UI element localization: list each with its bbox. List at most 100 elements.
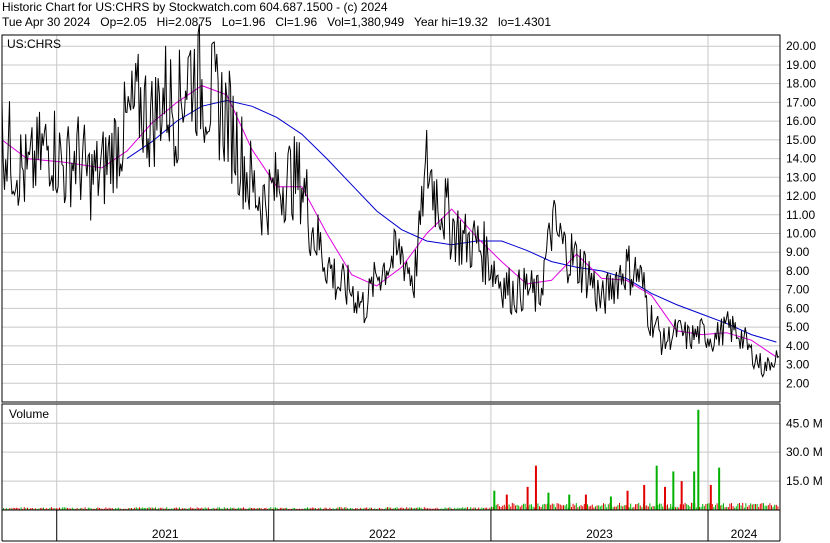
price-tick-label: 5.00 (786, 320, 810, 334)
volume-bar (516, 504, 518, 510)
volume-bar (510, 506, 512, 510)
volume-bar (588, 506, 590, 510)
volume-bar (574, 505, 576, 510)
volume-bar (508, 504, 510, 510)
volume-bar (767, 505, 769, 510)
volume-bar (553, 504, 555, 510)
volume-bars (3, 409, 779, 510)
volume-bar (662, 506, 664, 510)
volume-bar (689, 506, 691, 510)
volume-bar (739, 502, 740, 510)
volume-bar (660, 503, 662, 510)
volume-bar (499, 506, 500, 510)
volume-bar (497, 503, 499, 510)
volume-bar (518, 505, 520, 510)
volume-spike (568, 494, 571, 510)
price-tick-label: 12.00 (786, 189, 816, 203)
volume-bar (595, 506, 596, 510)
volume-bar (559, 504, 561, 510)
volume-bar (511, 502, 513, 510)
volume-bar (654, 506, 656, 510)
volume-bar (615, 506, 617, 510)
volume-bar (623, 505, 625, 510)
price-tick-label: 18.00 (786, 77, 816, 91)
volume-bar (646, 505, 648, 510)
volume-bar (716, 503, 718, 510)
volume-bar (598, 505, 600, 510)
volume-bar (502, 505, 504, 510)
price-tick-label: 16.00 (786, 114, 816, 128)
price-line (1, 24, 780, 378)
volume-bar (537, 503, 539, 510)
volume-bar (599, 506, 601, 510)
price-tick-label: 8.00 (786, 264, 810, 278)
volume-bar (539, 506, 540, 510)
volume-spike (672, 471, 675, 510)
year-tick-label: 2022 (369, 527, 396, 541)
volume-bar (740, 505, 742, 510)
year-tick-label: 2023 (586, 527, 613, 541)
volume-bar (521, 505, 523, 510)
volume-bar (579, 506, 580, 510)
volume-bar (543, 503, 545, 510)
volume-bar (715, 505, 716, 510)
volume-bar (774, 504, 776, 510)
volume-bar (751, 504, 753, 510)
volume-spike (709, 484, 712, 510)
price-panel-title: US:CHRS (7, 37, 61, 51)
volume-tick-label: 15.0 M (786, 474, 823, 488)
volume-spike (609, 496, 612, 510)
volume-panel-frame (1, 403, 781, 511)
price-tick-label: 3.00 (786, 358, 810, 372)
volume-bar (591, 504, 593, 510)
volume-bar (566, 504, 568, 510)
volume-bar (775, 504, 777, 510)
volume-bar (705, 503, 707, 510)
volume-bar (558, 503, 560, 510)
volume-bar (766, 505, 768, 510)
price-tick-label: 7.00 (786, 283, 810, 297)
volume-bar (587, 504, 588, 510)
volume-bar (638, 502, 640, 510)
volume-bar (670, 503, 672, 510)
volume-bar (513, 503, 515, 510)
volume-bar (531, 504, 532, 510)
volume-bar (737, 503, 739, 510)
price-tick-label: 13.00 (786, 170, 816, 184)
volume-bar (756, 503, 758, 510)
year-tick-label: 2024 (731, 527, 758, 541)
volume-bar (620, 505, 622, 510)
volume-bar (761, 503, 763, 510)
volume-bar (769, 503, 771, 510)
volume-bar (583, 503, 585, 510)
price-tick-label: 14.00 (786, 152, 816, 166)
price-tick-label: 10.00 (786, 226, 816, 240)
volume-bar (607, 504, 609, 510)
volume-bar (735, 506, 737, 510)
volume-bar (604, 504, 606, 510)
volume-bar (503, 504, 505, 510)
volume-bar (515, 505, 516, 510)
volume-bar (563, 505, 564, 510)
volume-bar (753, 503, 755, 510)
volume-bar (652, 505, 654, 510)
volume-spike (680, 481, 683, 510)
volume-bar (764, 505, 766, 510)
price-grid (2, 35, 780, 402)
volume-spike (626, 490, 629, 510)
volume-bar (639, 505, 641, 510)
volume-bar (575, 503, 577, 510)
volume-spike (697, 409, 700, 510)
volume-bar (603, 503, 604, 510)
volume-spike (584, 494, 587, 510)
volume-tick-label: 45.0 M (786, 416, 823, 430)
volume-bar (491, 506, 492, 510)
price-tick-label: 15.00 (786, 133, 816, 147)
volume-bar (619, 502, 620, 510)
stock-chart: 20.00 19.00 18.00 17.00 16.00 15.00 14.00 13.00… (1, 24, 823, 542)
volume-bar (659, 503, 660, 510)
volume-spike (693, 471, 696, 510)
price-tick-label: 6.00 (786, 301, 810, 315)
volume-bar (729, 503, 731, 510)
volume-bar (707, 503, 708, 510)
